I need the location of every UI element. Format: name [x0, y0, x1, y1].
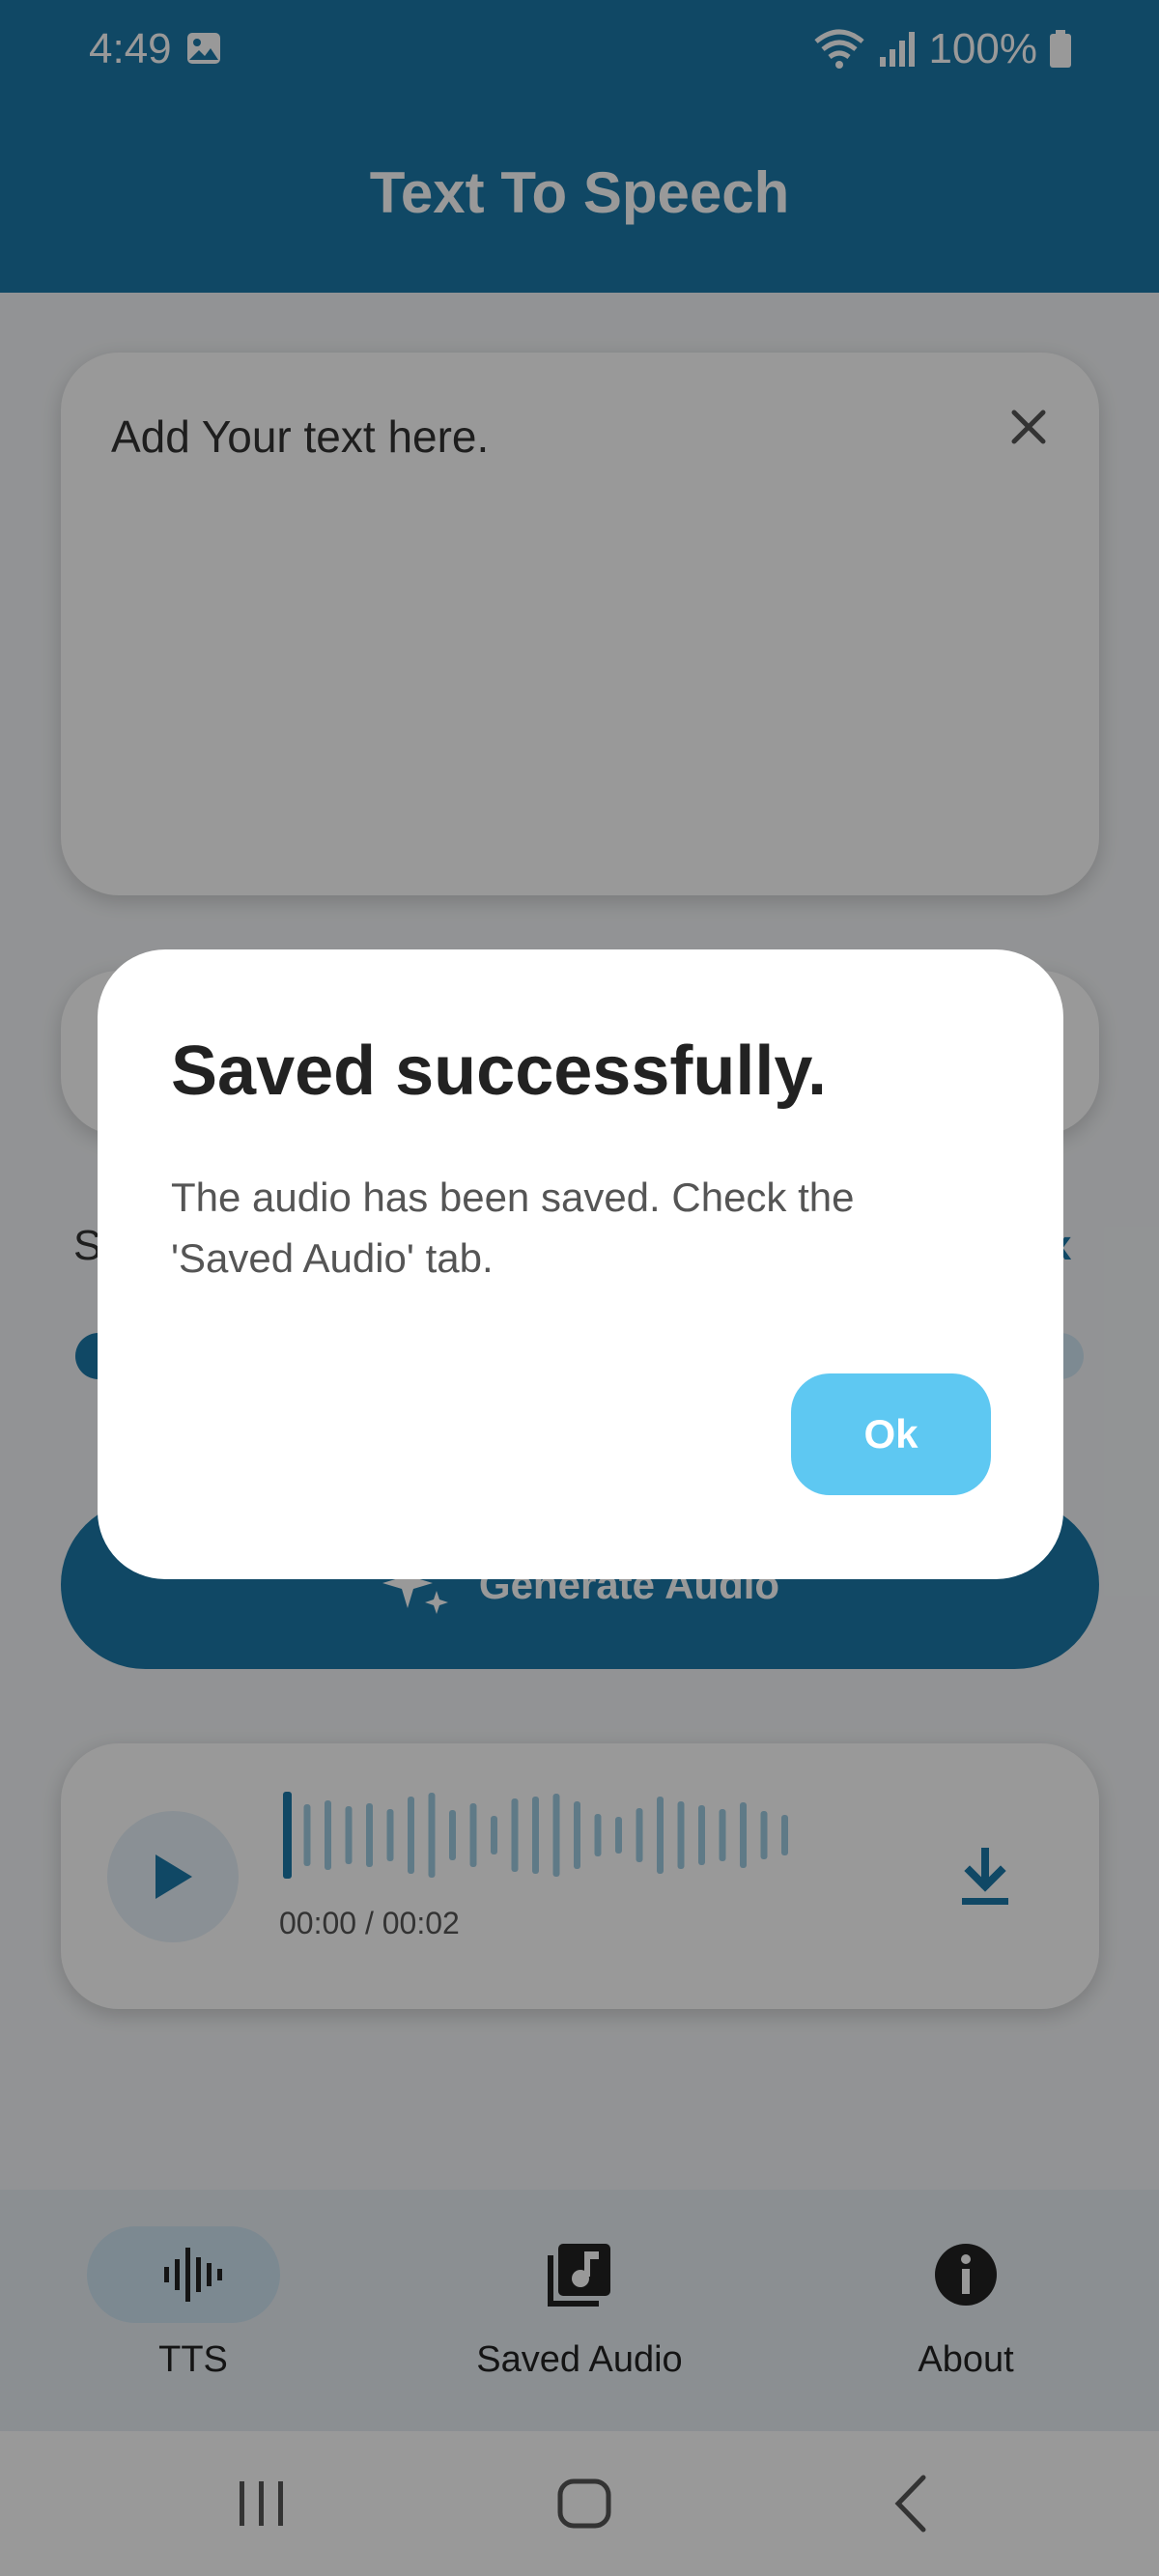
dialog-message: The audio has been saved. Check the 'Sav…: [171, 1175, 855, 1281]
dialog-title: Saved successfully.: [171, 1033, 828, 1110]
ok-button[interactable]: Ok: [791, 1373, 991, 1495]
saved-dialog: Saved successfully. The audio has been s…: [98, 949, 1063, 1579]
